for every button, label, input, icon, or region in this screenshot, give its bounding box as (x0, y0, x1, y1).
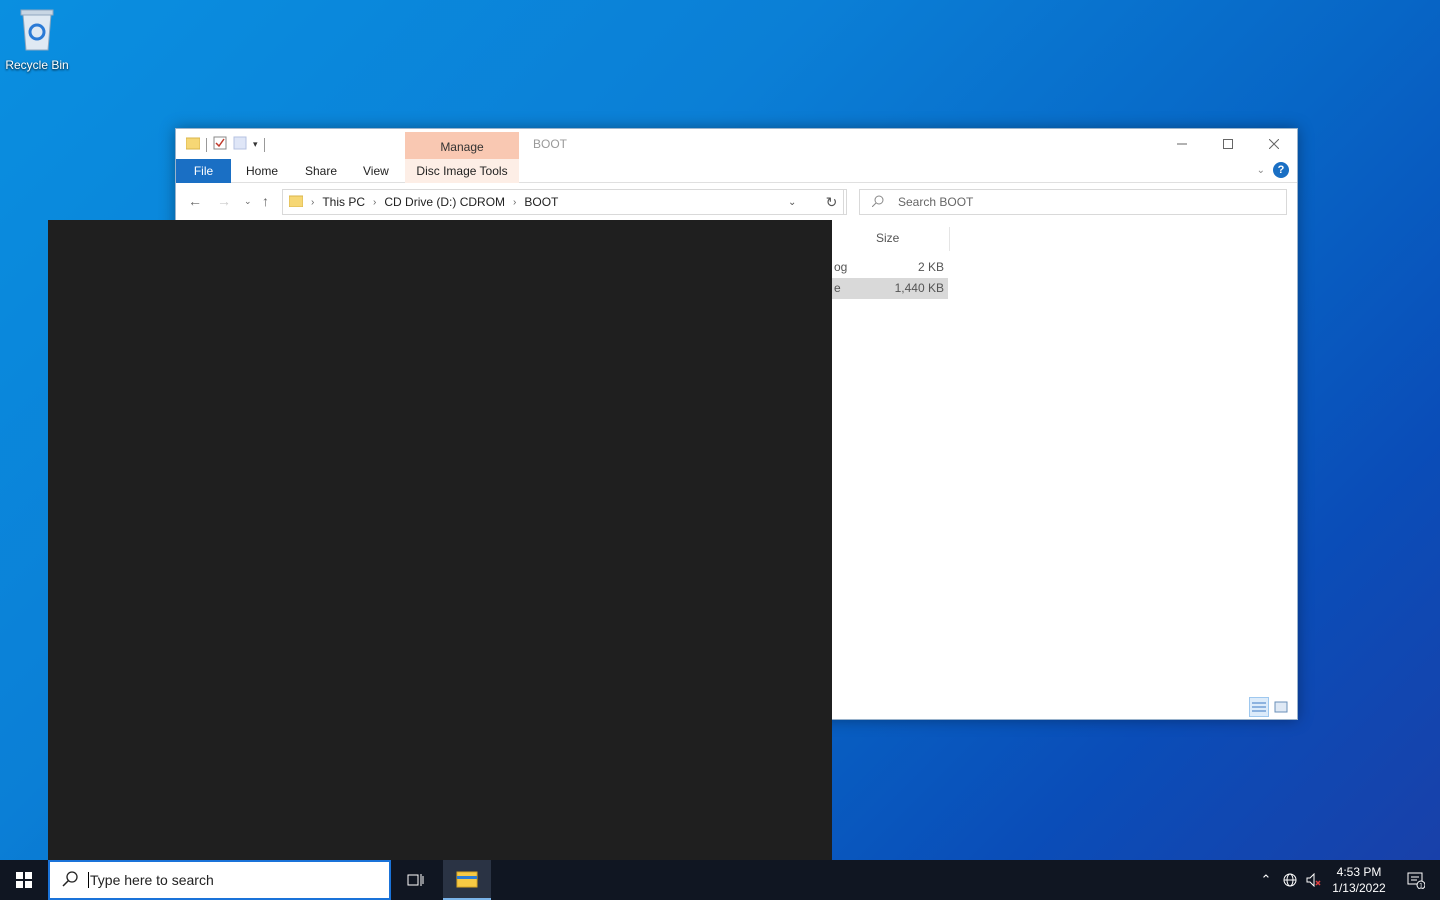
minimize-icon (1177, 143, 1187, 145)
customize-qat-icon[interactable]: ▾ (253, 139, 258, 150)
forward-arrow-icon[interactable]: → (217, 193, 231, 209)
task-view-button[interactable] (392, 860, 440, 900)
close-icon (1269, 139, 1279, 149)
file-size: 2 KB (917, 260, 944, 274)
breadcrumb-this-pc[interactable]: This PC (322, 195, 365, 209)
file-explorer-taskbar-button[interactable] (443, 860, 491, 900)
details-view-icon (1252, 702, 1266, 712)
ribbon-tabs: File Home Share View Disc Image Tools ⌄ … (176, 159, 1297, 183)
ribbon-right-controls: ⌄ ? (1257, 162, 1289, 178)
view-toggle (1249, 697, 1291, 717)
file-row-selected[interactable]: e 1,440 KB (826, 278, 948, 299)
expand-ribbon-icon[interactable]: ⌄ (1257, 165, 1265, 176)
folder-icon (288, 195, 304, 210)
taskbar-search-placeholder: Type here to search (88, 872, 214, 888)
dark-window[interactable] (48, 220, 832, 860)
breadcrumb-cd-drive[interactable]: CD Drive (D:) CDROM (384, 195, 505, 209)
search-placeholder: Search BOOT (898, 195, 974, 209)
start-button[interactable] (0, 860, 48, 900)
close-button[interactable] (1251, 129, 1297, 159)
qat-divider (206, 137, 207, 152)
minimize-button[interactable] (1159, 129, 1205, 159)
notifications-icon: 1 (1407, 872, 1425, 890)
help-icon[interactable]: ? (1273, 162, 1289, 178)
refresh-icon: ↻ (825, 194, 838, 210)
clock-date: 1/13/2022 (1332, 881, 1386, 895)
large-icons-view-button[interactable] (1271, 697, 1291, 717)
folder-icon[interactable] (185, 136, 201, 153)
volume-muted-icon[interactable] (1302, 860, 1326, 900)
breadcrumb-separator-icon[interactable]: › (513, 197, 516, 208)
search-icon (62, 870, 78, 890)
breadcrumb-boot[interactable]: BOOT (524, 195, 558, 209)
new-folder-icon[interactable] (233, 136, 247, 153)
address-dropdown-icon[interactable]: ⌄ (788, 197, 796, 208)
tab-home[interactable]: Home (246, 159, 278, 183)
file-name: e (834, 281, 841, 295)
navigation-bar: ← → ⌄ ↑ › This PC › CD Drive (D:) CDROM … (176, 183, 1297, 219)
address-bar[interactable]: › This PC › CD Drive (D:) CDROM › BOOT (282, 189, 844, 215)
taskbar: Type here to search ⌃ 4:53 PM 1/13/2022 (0, 860, 1440, 900)
tab-share[interactable]: Share (305, 159, 337, 183)
breadcrumb-separator-icon[interactable]: › (373, 197, 376, 208)
quick-access-toolbar: ▾ (185, 136, 265, 153)
file-name: og (834, 260, 848, 274)
action-center-button[interactable]: 1 (1392, 860, 1440, 900)
windows-logo-icon (16, 872, 32, 888)
file-explorer-icon (456, 871, 478, 888)
search-icon (871, 195, 884, 210)
taskbar-search-box[interactable]: Type here to search (48, 860, 391, 900)
back-arrow-icon[interactable]: ← (188, 193, 202, 209)
large-icons-view-icon (1274, 701, 1288, 713)
tab-file[interactable]: File (176, 159, 231, 183)
recent-locations-icon[interactable]: ⌄ (244, 196, 252, 207)
up-arrow-icon[interactable]: ↑ (262, 193, 269, 209)
network-globe-icon[interactable] (1278, 860, 1302, 900)
search-box[interactable]: Search BOOT (859, 189, 1287, 215)
system-tray: ⌃ 4:53 PM 1/13/2022 1 (1254, 860, 1440, 900)
breadcrumb-separator-icon[interactable]: › (311, 197, 314, 208)
title-bar: ▾ Manage BOOT (176, 129, 1297, 159)
clock-time: 4:53 PM (1336, 865, 1382, 879)
details-view-button[interactable] (1249, 697, 1269, 717)
refresh-button[interactable]: ↻ (817, 189, 847, 215)
tab-view[interactable]: View (363, 159, 389, 183)
window-title: BOOT (533, 137, 568, 151)
file-row[interactable]: og 2 KB (826, 257, 948, 278)
column-header-size[interactable]: Size (876, 231, 899, 245)
window-controls (1159, 129, 1297, 159)
recycle-bin-desktop-icon[interactable]: Recycle Bin (2, 6, 72, 72)
qat-divider-2 (263, 137, 265, 152)
recycle-bin-icon (17, 6, 57, 52)
column-divider[interactable] (949, 227, 950, 251)
file-size: 1,440 KB (894, 281, 944, 295)
task-view-icon (407, 874, 424, 886)
notification-count: 1 (1419, 883, 1423, 890)
manage-contextual-tab[interactable]: Manage (405, 132, 519, 159)
maximize-icon (1223, 139, 1233, 149)
maximize-button[interactable] (1205, 129, 1251, 159)
recycle-bin-label: Recycle Bin (5, 58, 69, 72)
tab-disc-image-tools[interactable]: Disc Image Tools (405, 159, 519, 183)
show-hidden-icons-chevron-icon[interactable]: ⌃ (1254, 860, 1278, 900)
clock[interactable]: 4:53 PM 1/13/2022 (1326, 864, 1392, 896)
properties-icon[interactable] (213, 136, 227, 153)
